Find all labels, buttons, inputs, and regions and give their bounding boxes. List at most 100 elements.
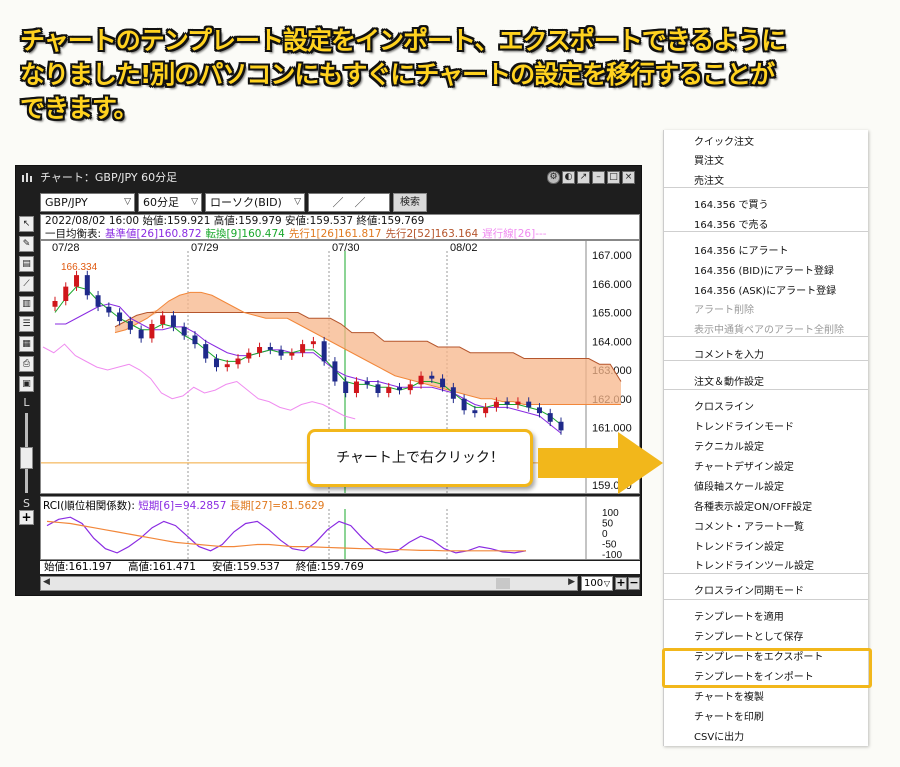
- bottom-open: 始値:161.197: [44, 561, 112, 573]
- context-menu-item[interactable]: 各種表示設定ON/OFF設定: [664, 498, 868, 518]
- rci-y-tick-label: -50: [602, 540, 617, 551]
- context-menu-separator: [664, 231, 868, 232]
- headline-line-2: なりました!別のパソコンにもすぐにチャートの設定を移行することが: [20, 60, 775, 89]
- context-menu-item[interactable]: 注文＆動作設定: [664, 373, 868, 393]
- pen-tool-icon[interactable]: ✎: [19, 236, 34, 252]
- context-menu-item[interactable]: コメント・アラート一覧: [664, 518, 868, 538]
- l-label: L: [23, 396, 30, 409]
- crosshair-icon[interactable]: +: [19, 510, 34, 525]
- context-menu-item[interactable]: クイック注文: [664, 133, 868, 153]
- candle-body: [52, 301, 58, 307]
- horizontal-scrollbar[interactable]: ◀ ▶: [40, 576, 578, 591]
- context-menu-item[interactable]: トレンドライン設定: [664, 538, 868, 558]
- context-menu-separator: [664, 336, 868, 337]
- bottom-ohlc-bar: 始値:161.197 高値:161.471 安値:159.537 終値:159.769: [40, 561, 640, 574]
- scroll-thumb[interactable]: [496, 578, 510, 589]
- chikou-value: 遅行線[26]---: [482, 227, 547, 240]
- rci-y-tick-label: 0: [602, 529, 608, 540]
- candle-body: [429, 375, 435, 379]
- context-menu-item[interactable]: 164.356 (BID)にアラート登録: [664, 262, 868, 282]
- chart-type-select[interactable]: ローソク(BID) ▽: [205, 193, 305, 212]
- print-tool-icon[interactable]: ⎙: [19, 356, 34, 372]
- candle-body: [397, 387, 403, 391]
- context-menu-item[interactable]: トレンドラインモード: [664, 418, 868, 438]
- candle-body: [407, 384, 413, 391]
- context-menu-item[interactable]: テンプレートとして保存: [664, 628, 868, 648]
- candle-body: [332, 361, 338, 382]
- popout-icon[interactable]: ↗: [577, 171, 590, 184]
- context-menu-item[interactable]: 164.356 (ASK)にアラート登録: [664, 282, 868, 302]
- rci-long-legend: 長期[27]=81.5629: [229, 500, 325, 512]
- chart-tool-icon[interactable]: ▤: [19, 256, 34, 272]
- ohlc-info: 2022/08/02 16:00 始値:159.921 高値:159.979 安…: [45, 215, 425, 227]
- context-menu-item[interactable]: コメントを入力: [664, 346, 868, 366]
- bottom-low: 安値:159.537: [211, 561, 280, 573]
- bar-tool-icon[interactable]: ▥: [19, 296, 34, 312]
- zoom-out-button[interactable]: −: [628, 577, 640, 590]
- candle-body: [74, 275, 80, 287]
- grid-tool-icon[interactable]: ▦: [19, 336, 34, 352]
- headline-line-3: できます。: [20, 94, 139, 123]
- senko2-value: 先行2[52]163.164: [385, 227, 479, 240]
- candle-body: [63, 286, 69, 301]
- right-click-callout: チャート上で右クリック！: [307, 429, 533, 487]
- chart-app-icon: [22, 173, 32, 182]
- rci-y-tick-label: -100: [602, 550, 622, 559]
- y-tick-label: 164.000: [592, 336, 632, 348]
- context-menu-item: 表示中通貨ペアのアラート全削除: [694, 325, 844, 336]
- close-icon[interactable]: ×: [622, 171, 635, 184]
- timeframe-select-value: 60分足: [143, 196, 179, 209]
- context-menu-item[interactable]: トレンドラインツール設定: [664, 557, 868, 577]
- zoom-select[interactable]: 100 ▽: [581, 576, 613, 591]
- candle-body: [278, 349, 284, 356]
- context-menu-item[interactable]: テクニカル設定: [664, 438, 868, 458]
- context-menu-item[interactable]: 164.356 で売る: [664, 216, 868, 236]
- context-menu-item[interactable]: チャートデザイン設定: [664, 458, 868, 478]
- maximize-icon[interactable]: □: [607, 171, 620, 184]
- chevron-down-icon: ▽: [294, 197, 301, 207]
- search-button[interactable]: 検索: [393, 193, 427, 212]
- context-menu-item[interactable]: CSVに出力: [664, 728, 868, 748]
- context-menu-item[interactable]: 164.356 にアラート: [664, 242, 868, 262]
- context-menu-item[interactable]: テンプレートを適用: [664, 608, 868, 628]
- candle-body: [321, 341, 327, 362]
- palette-icon[interactable]: ◐: [562, 171, 575, 184]
- date-input[interactable]: ／ ／: [308, 193, 390, 212]
- chikou-line: [42, 343, 356, 420]
- rci-panel[interactable]: 100 50 0 -50 -100 RCI(順位相関係数): 短期[6]=94.2857…: [40, 496, 640, 561]
- context-menu-item[interactable]: 値段軸スケール設定: [664, 478, 868, 498]
- context-menu-item[interactable]: クロスライン: [664, 398, 868, 418]
- list-tool-icon[interactable]: ☰: [19, 316, 34, 332]
- candle-body: [127, 321, 133, 330]
- candle-body: [95, 295, 101, 307]
- ichimoku-label: 一目均衡表:: [45, 227, 102, 240]
- pair-select[interactable]: GBP/JPY ▽: [40, 193, 135, 212]
- context-menu-item[interactable]: 164.356 で買う: [664, 196, 868, 216]
- candle-body: [493, 401, 499, 408]
- timeframe-select[interactable]: 60分足 ▽: [138, 193, 202, 212]
- arrow-right-icon: [538, 432, 663, 494]
- scroll-right-icon[interactable]: ▶: [568, 577, 575, 587]
- cursor-tool-icon[interactable]: ↖: [19, 216, 34, 232]
- candle-body: [483, 407, 489, 414]
- rci-y-tick-label: 100: [602, 508, 619, 519]
- slider-thumb[interactable]: [20, 447, 33, 469]
- context-menu-item[interactable]: 売注文: [664, 172, 868, 192]
- context-menu-item[interactable]: チャートを複製: [664, 688, 868, 708]
- window-titlebar[interactable]: チャート：GBP/JPY 60分足 ⚙ ◐ ↗ – □ ×: [16, 166, 641, 190]
- zoom-in-button[interactable]: +: [615, 577, 627, 590]
- candle-body: [170, 315, 176, 327]
- tenkan-value: 転換[9]160.474: [205, 227, 285, 240]
- pair-select-value: GBP/JPY: [45, 196, 88, 209]
- minimize-icon[interactable]: –: [592, 171, 605, 184]
- context-menu-item[interactable]: 買注文: [664, 152, 868, 172]
- context-menu-item[interactable]: チャートを印刷: [664, 708, 868, 728]
- gear-icon[interactable]: ⚙: [547, 171, 560, 184]
- y-tick-label: 165.000: [592, 308, 632, 320]
- trend-tool-icon[interactable]: ⟋: [19, 276, 34, 292]
- scroll-left-icon[interactable]: ◀: [43, 577, 50, 587]
- candle-body: [246, 352, 252, 359]
- rci-series-line: [46, 516, 527, 554]
- vertical-zoom-slider[interactable]: [19, 413, 34, 493]
- window-tool-icon[interactable]: ▣: [19, 376, 34, 392]
